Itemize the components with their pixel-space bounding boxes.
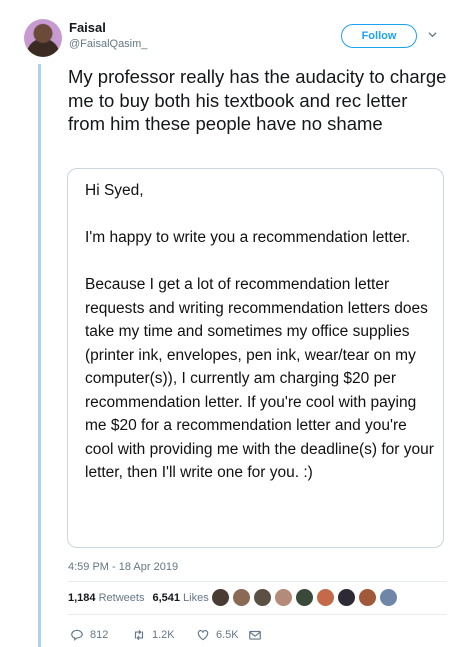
follow-button[interactable]: Follow <box>341 24 417 48</box>
thread-line <box>38 64 41 647</box>
reply-count: 812 <box>90 629 109 641</box>
retweet-stat[interactable]: 1,184 Retweets <box>68 592 144 604</box>
letter-text: Hi Syed, I'm happy to write you a recomm… <box>85 179 435 508</box>
liker-avatar[interactable] <box>316 588 335 607</box>
divider <box>68 614 447 615</box>
letter-greeting: Hi Syed, <box>85 182 144 199</box>
liker-avatar[interactable] <box>337 588 356 607</box>
tweet-actions: 812 1.2K 6.5K <box>70 628 262 642</box>
retweets-label: Retweets <box>98 592 145 604</box>
like-count: 6.5K <box>216 629 239 641</box>
envelope-icon <box>249 630 261 640</box>
liker-avatar[interactable] <box>295 588 314 607</box>
retweet-icon <box>134 629 144 641</box>
liker-avatar[interactable] <box>232 588 251 607</box>
divider <box>68 581 447 582</box>
chevron-down-icon[interactable] <box>428 30 437 39</box>
liker-avatar[interactable] <box>379 588 398 607</box>
author-name[interactable]: Faisal <box>69 20 106 35</box>
reply-icon <box>71 629 83 641</box>
heart-icon <box>197 630 209 641</box>
like-button[interactable]: 6.5K <box>196 628 248 642</box>
author-handle[interactable]: @FaisalQasim_ <box>69 38 147 50</box>
tweet-text: My professor really has the audacity to … <box>68 66 447 134</box>
liker-avatar[interactable] <box>211 588 230 607</box>
tweet-timestamp[interactable]: 4:59 PM - 18 Apr 2019 <box>68 561 178 573</box>
like-stat[interactable]: 6,541 Likes <box>152 592 208 604</box>
engagement-stats: 1,184 Retweets 6,541 Likes <box>68 592 209 604</box>
reply-button[interactable]: 812 <box>70 628 132 642</box>
retweet-count: 1.2K <box>152 629 175 641</box>
avatar[interactable] <box>24 19 62 57</box>
letter-paragraph-2: Because I get a lot of recommendation le… <box>85 276 434 481</box>
letter-paragraph-1: I'm happy to write you a recommendation … <box>85 229 411 246</box>
retweet-button[interactable]: 1.2K <box>132 628 196 642</box>
likes-label: Likes <box>183 592 209 604</box>
liker-avatar[interactable] <box>358 588 377 607</box>
direct-message-button[interactable] <box>248 628 262 642</box>
retweets-count: 1,184 <box>68 592 96 604</box>
attached-letter-image[interactable]: Hi Syed, I'm happy to write you a recomm… <box>67 168 444 548</box>
liker-avatar[interactable] <box>253 588 272 607</box>
liker-avatars[interactable] <box>211 588 398 608</box>
liker-avatar[interactable] <box>274 588 293 607</box>
likes-count: 6,541 <box>152 592 180 604</box>
